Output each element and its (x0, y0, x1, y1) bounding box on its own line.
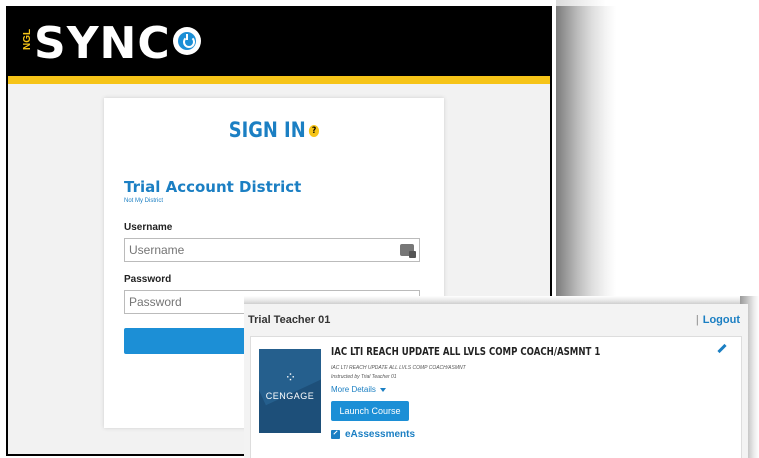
external-link-icon (331, 429, 340, 439)
course-title: IAC LTI REACH UPDATE ALL LVLS COMP COACH… (331, 345, 601, 358)
edit-pencil-icon[interactable] (717, 343, 727, 354)
not-my-district-link[interactable]: Not My District (124, 198, 163, 204)
caret-down-icon (379, 387, 386, 392)
eassessments-link[interactable]: eAssessments (331, 429, 415, 440)
cengage-logo-icon: ⁘ (284, 369, 297, 385)
course-card: ⁘ CENGAGE IAC LTI REACH UPDATE ALL LVLS … (250, 336, 742, 458)
header-accent-stripe (8, 76, 550, 84)
header-bar: NGL SYNC (8, 8, 550, 76)
course-subtitle: IAC LTI REACH UPDATE ALL LVLS COMP COACH… (331, 365, 466, 371)
launch-course-button[interactable]: Launch Course (331, 401, 409, 421)
course-thumbnail: ⁘ CENGAGE (259, 349, 321, 433)
window-shadow (556, 6, 616, 302)
more-details-label: More Details (331, 385, 376, 394)
district-name: Trial Account District (124, 178, 302, 196)
cengage-logo-text: CENGAGE (265, 391, 315, 401)
help-icon[interactable]: ? (309, 125, 320, 137)
course-window: Trial Teacher 01 | Logout ⁘ CENGAGE IAC L… (244, 304, 748, 458)
course-instructor: Instructed by Trial Teacher 01 (331, 374, 397, 380)
more-details-toggle[interactable]: More Details (331, 385, 386, 394)
eassessments-label: eAssessments (345, 429, 416, 440)
credential-icon (400, 244, 416, 258)
sign-in-heading: SIGN IN? (130, 118, 419, 142)
logo-ngl-text: NGL (22, 28, 33, 50)
username-label: Username (124, 222, 173, 233)
logout-link[interactable]: Logout (703, 314, 740, 326)
user-name: Trial Teacher 01 (248, 314, 331, 326)
logout-separator: | (695, 314, 699, 326)
ngl-sync-logo: NGL SYNC (22, 22, 201, 66)
logout-area: | Logout (696, 314, 740, 326)
power-icon (172, 27, 201, 55)
password-label: Password (124, 274, 172, 285)
logo-sync-text: SYNC (34, 18, 171, 69)
username-input[interactable] (124, 238, 420, 262)
